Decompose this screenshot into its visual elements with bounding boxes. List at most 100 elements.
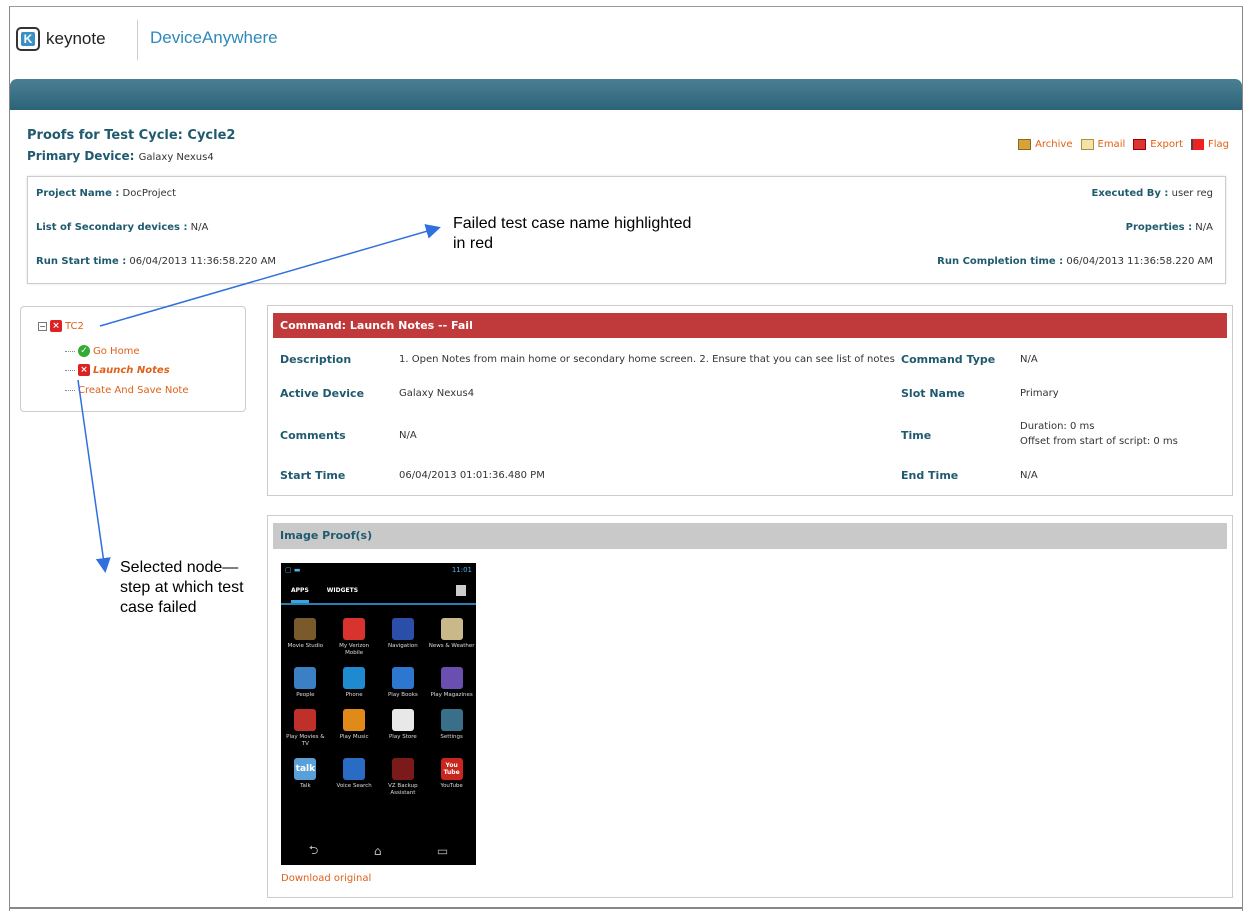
app-label: Play Movies & TV	[286, 734, 325, 747]
app-icon-graphic: talk	[294, 758, 317, 780]
phone-app-icon: Voice Search	[330, 758, 379, 797]
run-completion-row: Run Completion time : 06/04/2013 11:36:5…	[937, 256, 1213, 267]
flag-icon	[1190, 139, 1204, 150]
phone-app-icon: VZ Backup Assistant	[379, 758, 428, 797]
keynote-wordmark: keynote	[46, 29, 106, 48]
phone-nav-bar: ⮌ ⌂ ▭	[281, 837, 476, 865]
phone-app-icon: Play Books	[379, 667, 428, 699]
phone-app-icon: Play Movies & TV	[281, 709, 330, 748]
frame-bottom-border	[9, 907, 1243, 909]
phone-app-icon: Navigation	[379, 618, 428, 657]
active-device-label: Active Device	[280, 387, 365, 400]
tree-node-label: Launch Notes	[93, 364, 170, 376]
product-name: DeviceAnywhere	[150, 28, 278, 47]
fail-icon: ×	[78, 364, 90, 376]
project-name-row: Project Name : DocProject	[36, 188, 176, 199]
command-details-panel: Command: Launch Notes -- Fail Descriptio…	[267, 305, 1233, 496]
project-name-label: Project Name :	[36, 188, 120, 199]
email-icon	[1080, 139, 1094, 150]
phone-status-bar: ▢ ▬ 11:01	[281, 563, 476, 576]
phone-app-icon: Play Music	[330, 709, 379, 748]
phone-app-icon: Settings	[427, 709, 476, 748]
keynote-k-icon: K	[16, 27, 40, 51]
command-type-value: N/A	[1020, 354, 1038, 365]
app-label: Play Music	[339, 734, 369, 740]
app-label: VZ Backup Assistant	[388, 783, 418, 796]
phone-app-icon: Movie Studio	[281, 618, 330, 657]
header-banner	[10, 79, 1242, 110]
secondary-devices-value: N/A	[190, 222, 209, 233]
home-icon: ⌂	[373, 844, 382, 858]
image-proof-header: Image Proof(s)	[273, 523, 1227, 549]
email-label: Email	[1097, 139, 1126, 150]
phone-app-icon: Phone	[330, 667, 379, 699]
app-icon-graphic	[294, 709, 317, 731]
run-start-label: Run Start time :	[36, 256, 127, 267]
archive-icon	[1018, 139, 1032, 150]
phone-app-icon: talk Talk	[281, 758, 330, 797]
keynote-logo: K keynote	[16, 27, 106, 51]
end-time-value: N/A	[1020, 470, 1038, 481]
tree-node-label: Create And Save Note	[78, 385, 189, 396]
fail-icon: ×	[50, 320, 62, 332]
app-icon-graphic	[440, 667, 463, 689]
tree-node-go-home[interactable]: ✓ Go Home	[65, 345, 140, 357]
comments-value: N/A	[399, 430, 417, 441]
phone-tab-apps: APPS	[291, 587, 309, 603]
email-button[interactable]: Email	[1080, 139, 1126, 150]
phone-app-icon: News & Weather	[427, 618, 476, 657]
app-icon-graphic	[343, 758, 366, 780]
description-value: 1. Open Notes from main home or secondar…	[399, 354, 895, 365]
phone-app-icon: You Tube YouTube	[427, 758, 476, 797]
archive-label: Archive	[1035, 139, 1073, 150]
app-icon-graphic: You Tube	[440, 758, 463, 780]
flag-label: Flag	[1207, 139, 1229, 150]
time-label: Time	[901, 429, 932, 442]
collapse-toggle-icon[interactable]: −	[38, 321, 47, 331]
archive-button[interactable]: Archive	[1018, 139, 1073, 150]
flag-button[interactable]: Flag	[1190, 139, 1229, 150]
app-label: Settings	[440, 734, 463, 740]
tree-node-tc2[interactable]: − × TC2	[38, 320, 84, 332]
run-start-value: 06/04/2013 11:36:58.220 AM	[129, 256, 277, 267]
app-label: My Verizon Mobile	[339, 643, 370, 656]
app-label: Play Store	[388, 734, 417, 740]
primary-device-label: Primary Device:	[27, 149, 135, 163]
phone-app-icon: Play Magazines	[427, 667, 476, 699]
app-label: Talk	[300, 783, 311, 789]
header-divider	[137, 20, 138, 60]
notification-icons: ▢ ▬	[285, 565, 301, 574]
tree-node-label: TC2	[65, 320, 84, 332]
tree-node-create-and-save-note[interactable]: Create And Save Note	[65, 385, 189, 396]
download-original-link[interactable]: Download original	[281, 873, 371, 884]
phone-app-icon: Play Store	[379, 709, 428, 748]
app-icon-graphic	[391, 758, 414, 780]
app-label: Movie Studio	[287, 643, 324, 649]
page-title-value: Cycle2	[187, 128, 236, 143]
run-completion-value: 06/04/2013 11:36:58.220 AM	[1066, 256, 1213, 267]
app-icon-graphic	[391, 618, 414, 640]
time-offset-value: Offset from start of script: 0 ms	[1020, 436, 1178, 447]
page-title: Proofs for Test Cycle: Cycle2	[27, 128, 235, 143]
description-label: Description	[280, 353, 352, 366]
tree-node-launch-notes[interactable]: × Launch Notes	[65, 364, 170, 376]
app-label: YouTube	[440, 783, 463, 789]
app-icon-graphic	[343, 709, 366, 731]
executed-by-value: user reg	[1171, 188, 1213, 199]
end-time-label: End Time	[901, 469, 959, 482]
phone-tab-widgets: WIDGETS	[326, 586, 359, 594]
properties-label: Properties :	[1125, 222, 1193, 233]
primary-device: Primary Device: Galaxy Nexus4	[27, 149, 214, 163]
phone-clock: 11:01	[451, 565, 472, 574]
properties-row: Properties : N/A	[1126, 222, 1213, 233]
export-label: Export	[1150, 139, 1183, 150]
phone-screenshot[interactable]: ▢ ▬ 11:01 APPS WIDGETS Movie Studio My Ve…	[281, 563, 476, 865]
back-icon: ⮌	[308, 842, 319, 857]
slot-name-value: Primary	[1020, 388, 1059, 399]
phone-app-tabs: APPS WIDGETS	[281, 577, 476, 605]
app-icon-graphic	[343, 618, 366, 640]
export-button[interactable]: Export	[1133, 139, 1183, 150]
executed-by-row: Executed By : user reg	[1091, 188, 1213, 199]
app-icon-graphic	[343, 667, 366, 689]
test-case-tree: − × TC2 ✓ Go Home × Launch Notes Create …	[20, 306, 246, 412]
